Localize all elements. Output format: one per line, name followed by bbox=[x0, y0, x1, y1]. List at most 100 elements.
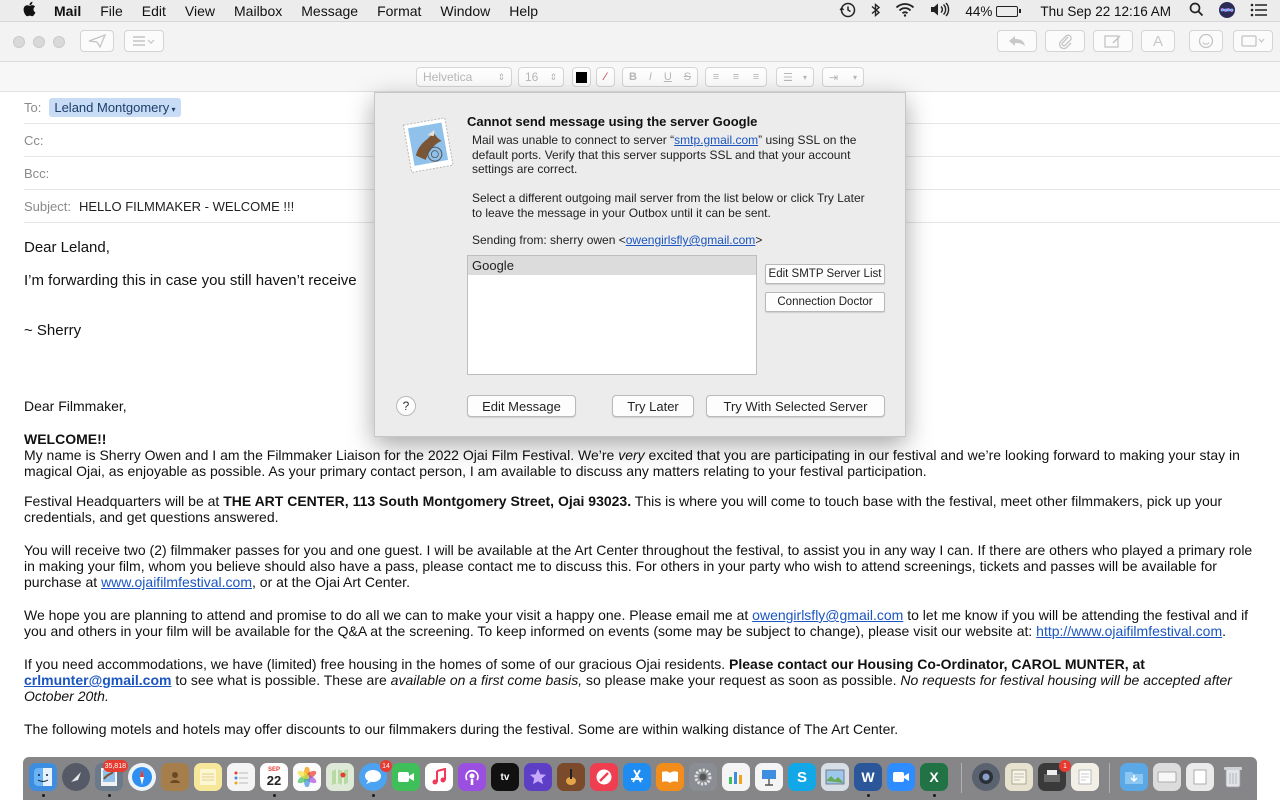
time-machine-icon[interactable] bbox=[839, 2, 857, 21]
festival-site-link[interactable]: www.ojaifilmfestival.com bbox=[101, 574, 252, 590]
contacts-icon[interactable] bbox=[161, 763, 189, 791]
menu-message[interactable]: Message bbox=[301, 3, 358, 19]
file-stack-icon[interactable] bbox=[1186, 763, 1214, 791]
messages-icon[interactable]: 14 bbox=[359, 760, 392, 791]
bold-text: Please contact our Housing Co-Ordinator,… bbox=[729, 656, 1145, 672]
header-fields-button[interactable] bbox=[124, 30, 164, 52]
menu-format[interactable]: Format bbox=[377, 3, 421, 19]
photos-icon[interactable] bbox=[293, 763, 321, 791]
menu-file[interactable]: File bbox=[100, 3, 123, 19]
document-stack-icon[interactable] bbox=[1071, 763, 1099, 791]
markup-button[interactable] bbox=[1093, 30, 1133, 52]
reminders-icon[interactable] bbox=[227, 763, 255, 791]
try-later-button[interactable]: Try Later bbox=[612, 395, 694, 417]
help-button[interactable]: ? bbox=[396, 396, 416, 416]
mail-stamp-dock-icon[interactable]: 35,818 bbox=[95, 760, 128, 791]
close-window-button[interactable] bbox=[13, 36, 25, 48]
music-icon[interactable] bbox=[425, 763, 453, 791]
menu-edit[interactable]: Edit bbox=[142, 3, 166, 19]
sender-email-link[interactable]: owengirlsfly@gmail.com bbox=[626, 233, 756, 247]
skype-icon[interactable]: S bbox=[788, 763, 816, 791]
system-preferences-icon[interactable]: 1 bbox=[689, 763, 717, 791]
menu-mailbox[interactable]: Mailbox bbox=[234, 3, 282, 19]
safari-icon[interactable] bbox=[128, 763, 156, 791]
indent-select[interactable]: ⇥ ▾ bbox=[822, 67, 864, 87]
strikethrough-icon[interactable]: S bbox=[684, 71, 691, 83]
garageband-icon[interactable] bbox=[557, 763, 585, 791]
books-icon[interactable] bbox=[656, 763, 684, 791]
email-link[interactable]: owengirlsfly@gmail.com bbox=[752, 607, 903, 623]
podcasts-icon[interactable] bbox=[458, 763, 486, 791]
clock[interactable]: Thu Sep 22 12:16 AM bbox=[1040, 4, 1171, 19]
zoom-icon[interactable] bbox=[887, 763, 915, 791]
menu-view[interactable]: View bbox=[185, 3, 215, 19]
message-scrollbar[interactable] bbox=[1274, 92, 1280, 756]
calendar-icon[interactable]: SEP 22 bbox=[260, 763, 288, 791]
spotlight-search-icon[interactable] bbox=[1189, 2, 1204, 20]
align-left-icon[interactable]: ≡ bbox=[713, 71, 719, 83]
italic-icon[interactable]: I bbox=[649, 71, 652, 83]
battery-indicator[interactable]: 44% bbox=[965, 4, 1022, 19]
list-style-select[interactable]: ☰ ▾ bbox=[776, 67, 814, 87]
smtp-server-link[interactable]: smtp.gmail.com bbox=[674, 133, 758, 147]
list-icon: ☰ bbox=[783, 71, 793, 84]
notes-icon[interactable] bbox=[194, 763, 222, 791]
imovie-icon[interactable] bbox=[524, 763, 552, 791]
app-store-icon[interactable] bbox=[623, 763, 651, 791]
numbers-icon[interactable] bbox=[722, 763, 750, 791]
format-button[interactable]: A bbox=[1141, 30, 1175, 52]
trash-icon[interactable] bbox=[1219, 763, 1247, 791]
website-link[interactable]: http://www.ojaifilmfestival.com bbox=[1036, 623, 1222, 639]
edit-message-button[interactable]: Edit Message bbox=[467, 395, 576, 417]
siri-icon[interactable] bbox=[1218, 1, 1236, 22]
wifi-icon[interactable] bbox=[895, 2, 915, 20]
downloads-folder-icon[interactable] bbox=[1120, 763, 1148, 791]
font-size-select[interactable]: 16 ⇕ bbox=[518, 67, 564, 87]
menu-help[interactable]: Help bbox=[509, 3, 538, 19]
facetime-icon[interactable] bbox=[392, 763, 420, 791]
zoom-window-button[interactable] bbox=[53, 36, 65, 48]
apple-tv-icon[interactable]: tv bbox=[491, 763, 519, 791]
underline-icon[interactable]: U bbox=[664, 71, 672, 83]
apple-menu-icon[interactable] bbox=[20, 1, 40, 21]
emoji-button[interactable] bbox=[1189, 30, 1223, 52]
text-color-well[interactable] bbox=[572, 67, 591, 87]
minimize-window-button[interactable] bbox=[33, 36, 45, 48]
launchpad-icon[interactable] bbox=[62, 763, 90, 791]
bold-icon[interactable]: B bbox=[629, 71, 637, 83]
connection-doctor-button[interactable]: Connection Doctor bbox=[765, 292, 885, 312]
printer-icon[interactable]: 1 bbox=[1038, 760, 1071, 791]
maps-icon[interactable] bbox=[326, 763, 354, 791]
attach-button[interactable] bbox=[1045, 30, 1085, 52]
edit-smtp-server-list-button[interactable]: Edit SMTP Server List bbox=[765, 264, 885, 284]
housing-email-link[interactable]: crlmunter@gmail.com bbox=[24, 672, 171, 688]
keyboard-icon[interactable] bbox=[1153, 763, 1181, 791]
excel-icon[interactable]: X bbox=[920, 763, 948, 791]
server-list-item[interactable]: Google bbox=[468, 256, 756, 275]
align-center-icon[interactable]: ≡ bbox=[733, 71, 739, 83]
menu-app-mail[interactable]: Mail bbox=[54, 3, 81, 19]
recipient-token[interactable]: Leland Montgomery ▾ bbox=[49, 98, 181, 117]
smtp-server-list[interactable]: Google bbox=[467, 255, 757, 375]
background-color-well[interactable]: ⁄ bbox=[596, 67, 615, 87]
font-family-select[interactable]: Helvetica ⇕ bbox=[416, 67, 512, 87]
align-right-icon[interactable]: ≡ bbox=[753, 71, 759, 83]
reply-button[interactable] bbox=[997, 30, 1037, 52]
send-button[interactable] bbox=[80, 30, 114, 52]
bluetooth-icon[interactable] bbox=[871, 2, 881, 21]
try-with-selected-server-button[interactable]: Try With Selected Server bbox=[706, 395, 885, 417]
news-icon[interactable] bbox=[590, 763, 618, 791]
preview-icon[interactable] bbox=[821, 763, 849, 791]
subject-input[interactable]: HELLO FILMMAKER - WELCOME !!! bbox=[79, 199, 294, 214]
volume-icon[interactable] bbox=[929, 2, 951, 20]
screen-recorder-icon[interactable] bbox=[972, 763, 1000, 791]
word-icon[interactable]: W bbox=[854, 763, 882, 791]
menu-window[interactable]: Window bbox=[440, 3, 490, 19]
font-size-value: 16 bbox=[525, 70, 539, 84]
mail-stamp-minimized-icon[interactable] bbox=[1005, 763, 1033, 791]
keynote-icon[interactable] bbox=[755, 763, 783, 791]
notification-center-icon[interactable] bbox=[1250, 3, 1268, 20]
photo-browser-button[interactable] bbox=[1233, 30, 1273, 52]
style-buttons: B I U S bbox=[622, 67, 698, 87]
finder-icon[interactable] bbox=[29, 763, 57, 791]
